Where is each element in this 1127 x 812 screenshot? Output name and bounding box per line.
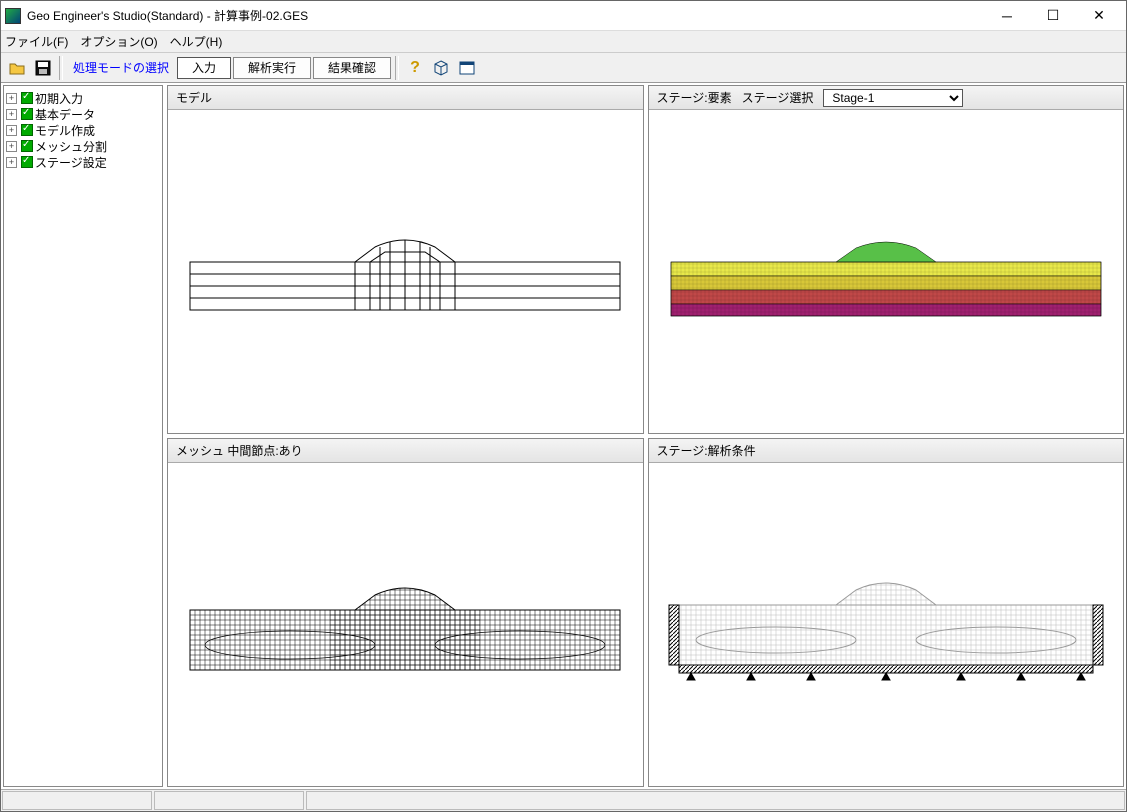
- tree-pane[interactable]: +初期入力 +基本データ +モデル作成 +メッシュ分割 +ステージ設定: [3, 85, 163, 787]
- status-cell: [154, 791, 304, 810]
- tree-item[interactable]: +ステージ設定: [6, 154, 160, 170]
- view-grid: モデル: [165, 83, 1126, 789]
- panel-body[interactable]: [649, 463, 1124, 786]
- panel-title: ステージ:要素: [657, 89, 732, 106]
- menu-file[interactable]: ファイル(F): [5, 33, 68, 50]
- check-icon: [21, 124, 33, 136]
- title-bar: Geo Engineer's Studio(Standard) - 計算事例-0…: [1, 1, 1126, 31]
- toolbar: 処理モードの選択 入力 解析実行 結果確認 ?: [1, 53, 1126, 83]
- tree-item[interactable]: +基本データ: [6, 106, 160, 122]
- maximize-button[interactable]: ☐: [1030, 2, 1076, 30]
- menu-help[interactable]: ヘルプ(H): [170, 33, 223, 50]
- open-icon[interactable]: [5, 56, 29, 80]
- check-icon: [21, 92, 33, 104]
- mesh-diagram: [180, 555, 630, 695]
- check-icon: [21, 140, 33, 152]
- tree-item[interactable]: +モデル作成: [6, 122, 160, 138]
- work-area: +初期入力 +基本データ +モデル作成 +メッシュ分割 +ステージ設定 モデル: [1, 83, 1126, 789]
- tree-item-label: 初期入力: [35, 90, 83, 107]
- app-icon: [5, 8, 21, 24]
- close-button[interactable]: ✕: [1076, 2, 1122, 30]
- stage-select-label: ステージ選択: [742, 89, 814, 106]
- minimize-button[interactable]: ─: [984, 2, 1030, 30]
- status-cell: [306, 791, 1125, 810]
- check-icon: [21, 156, 33, 168]
- panel-body[interactable]: [168, 463, 643, 786]
- panel-header: モデル: [168, 86, 643, 110]
- status-cell: [2, 791, 152, 810]
- panel-model: モデル: [167, 85, 644, 434]
- panel-stage-elements: ステージ:要素 ステージ選択 Stage-1: [648, 85, 1125, 434]
- panel-header: ステージ:要素 ステージ選択 Stage-1: [649, 86, 1124, 110]
- save-icon[interactable]: [31, 56, 55, 80]
- tree-item-label: ステージ設定: [35, 154, 107, 171]
- mode-input-button[interactable]: 入力: [177, 57, 231, 79]
- window-title: Geo Engineer's Studio(Standard) - 計算事例-0…: [27, 7, 984, 24]
- panel-mesh: メッシュ 中間節点:あり: [167, 438, 644, 787]
- panel-body[interactable]: [649, 110, 1124, 433]
- tree-item-label: モデル作成: [35, 122, 95, 139]
- panel-body[interactable]: [168, 110, 643, 433]
- tree-item-label: 基本データ: [35, 106, 95, 123]
- mode-result-button[interactable]: 結果確認: [313, 57, 391, 79]
- status-bar: [1, 789, 1126, 811]
- analysis-diagram: [661, 550, 1111, 700]
- toolbar-separator: [395, 56, 399, 80]
- menu-bar: ファイル(F) オプション(O) ヘルプ(H): [1, 31, 1126, 53]
- mode-label: 処理モードの選択: [67, 59, 175, 76]
- check-icon: [21, 108, 33, 120]
- panel-title: モデル: [176, 89, 212, 106]
- panel-title: ステージ:解析条件: [657, 442, 756, 459]
- panel-header: ステージ:解析条件: [649, 439, 1124, 463]
- tree-item-label: メッシュ分割: [35, 138, 107, 155]
- panel-analysis: ステージ:解析条件: [648, 438, 1125, 787]
- stage-element-diagram: [661, 212, 1111, 332]
- window-icon[interactable]: [455, 56, 479, 80]
- help-icon[interactable]: ?: [403, 56, 427, 80]
- toolbar-separator: [59, 56, 63, 80]
- cube-icon[interactable]: [429, 56, 453, 80]
- panel-title: メッシュ 中間節点:あり: [176, 442, 303, 459]
- model-diagram: [180, 212, 630, 332]
- mode-analyze-button[interactable]: 解析実行: [233, 57, 311, 79]
- stage-select[interactable]: Stage-1: [823, 89, 963, 107]
- menu-option[interactable]: オプション(O): [80, 33, 157, 50]
- tree-item[interactable]: +メッシュ分割: [6, 138, 160, 154]
- tree-item[interactable]: +初期入力: [6, 90, 160, 106]
- panel-header: メッシュ 中間節点:あり: [168, 439, 643, 463]
